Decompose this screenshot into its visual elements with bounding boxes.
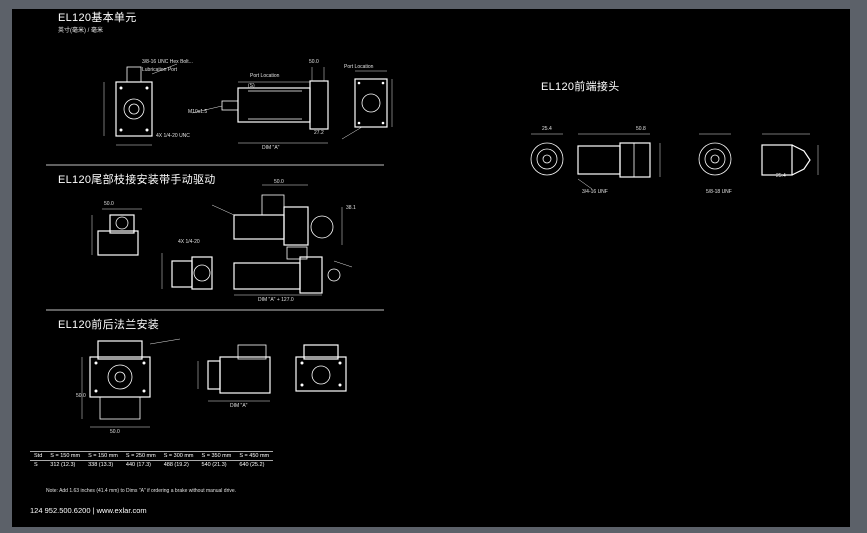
dim-label: Lubrication Port bbox=[142, 67, 178, 73]
motor-mount-bottom-view bbox=[233, 246, 353, 296]
viewer-frame-left bbox=[0, 0, 12, 533]
dim-label: DIM "A" bbox=[262, 145, 280, 151]
front-end-female-end-view bbox=[698, 133, 732, 176]
page-footer: 124 952.500.6200 | www.exlar.com bbox=[30, 506, 147, 515]
dim-label: 25.4 bbox=[776, 173, 786, 179]
dim-label: DIM "A" bbox=[230, 403, 248, 409]
cad-viewer: EL120基本单元 英寸(毫米) / 毫米 EL120尾部枝接安装带手动驱动 E… bbox=[0, 0, 867, 533]
dim-label: 25.4 bbox=[542, 126, 552, 132]
front-end-male-end-view bbox=[530, 133, 564, 176]
phone-number: 952.500.6200 bbox=[44, 506, 91, 515]
table-header-cell: S = 150 mm bbox=[84, 451, 122, 461]
front-end-male-side-view bbox=[577, 133, 661, 190]
dim-label: DIM "A" + 127.0 bbox=[258, 297, 294, 303]
table-cell: 312 (12.3) bbox=[46, 460, 85, 469]
dim-label: 3/4-16 UNF bbox=[582, 189, 608, 195]
spec-table: Std S = 150 mm S = 150 mm S = 250 mm S =… bbox=[30, 451, 274, 469]
dim-label: 50.0 bbox=[110, 429, 120, 435]
dim-label: Port Location bbox=[344, 64, 374, 70]
website-link[interactable]: www.exlar.com bbox=[97, 506, 147, 515]
dim-label: M10x1.5 bbox=[188, 109, 208, 115]
drawing-lines bbox=[46, 63, 819, 428]
table-header-row: Std S = 150 mm S = 150 mm S = 250 mm S =… bbox=[30, 451, 274, 461]
table-row: S 312 (12.3) 338 (13.3) 440 (17.3) 488 (… bbox=[30, 460, 274, 469]
page-number: 124 bbox=[30, 506, 43, 515]
dim-label: 38.1 bbox=[346, 205, 356, 211]
viewer-frame-top bbox=[0, 0, 867, 9]
drawing-sheet: EL120基本单元 英寸(毫米) / 毫米 EL120尾部枝接安装带手动驱动 E… bbox=[12, 9, 850, 527]
table-cell: 338 (13.3) bbox=[84, 460, 122, 469]
dim-label: Port Location bbox=[250, 73, 280, 79]
table-header-cell: Std bbox=[30, 451, 47, 461]
table-cell: 540 (21.3) bbox=[197, 460, 236, 469]
dim-label: 4X 1/4-20 bbox=[178, 239, 200, 245]
table-header-cell: S = 300 mm bbox=[159, 451, 198, 461]
table-cell: 640 (25.2) bbox=[235, 460, 274, 469]
dim-label: 27.2 bbox=[314, 130, 324, 136]
motor-mount-side-view bbox=[161, 253, 213, 290]
table-cell: 440 (17.3) bbox=[121, 460, 160, 469]
dim-label: 5/8-18 UNF bbox=[706, 189, 732, 195]
basic-unit-rear-view bbox=[341, 70, 393, 140]
viewer-frame-bottom bbox=[0, 527, 867, 533]
footnote: Note: Add 1.63 inches (41.4 mm) to Dims … bbox=[46, 488, 237, 494]
front-end-female-side-view bbox=[761, 133, 819, 176]
footer-separator: | bbox=[92, 506, 95, 515]
viewer-frame-right bbox=[850, 0, 867, 533]
table-cell: S bbox=[30, 460, 47, 469]
dim-label: 50.0 bbox=[309, 59, 319, 65]
table-header-cell: S = 350 mm bbox=[197, 451, 236, 461]
dim-label: 50.8 bbox=[636, 126, 646, 132]
table-header-cell: S = 150 mm bbox=[46, 451, 85, 461]
motor-mount-left-view bbox=[91, 208, 142, 256]
motor-mount-top-view bbox=[211, 184, 343, 246]
flange-front-view bbox=[81, 338, 181, 428]
dim-label: 50.0 bbox=[76, 393, 86, 399]
table-header-cell: S = 250 mm bbox=[121, 451, 160, 461]
flange-side-view bbox=[197, 344, 271, 402]
dim-label: 4X 1/4-20 UNC bbox=[156, 133, 190, 139]
dim-label: 3/8-16 UNC Hex Bolt... bbox=[142, 59, 193, 65]
flange-rear-view bbox=[295, 344, 347, 392]
dim-label: (S) bbox=[248, 83, 255, 89]
table-cell: 488 (19.2) bbox=[159, 460, 198, 469]
dim-label: 50.0 bbox=[104, 201, 114, 207]
dim-label: 50.0 bbox=[274, 179, 284, 185]
table-header-cell: S = 450 mm bbox=[235, 451, 274, 461]
